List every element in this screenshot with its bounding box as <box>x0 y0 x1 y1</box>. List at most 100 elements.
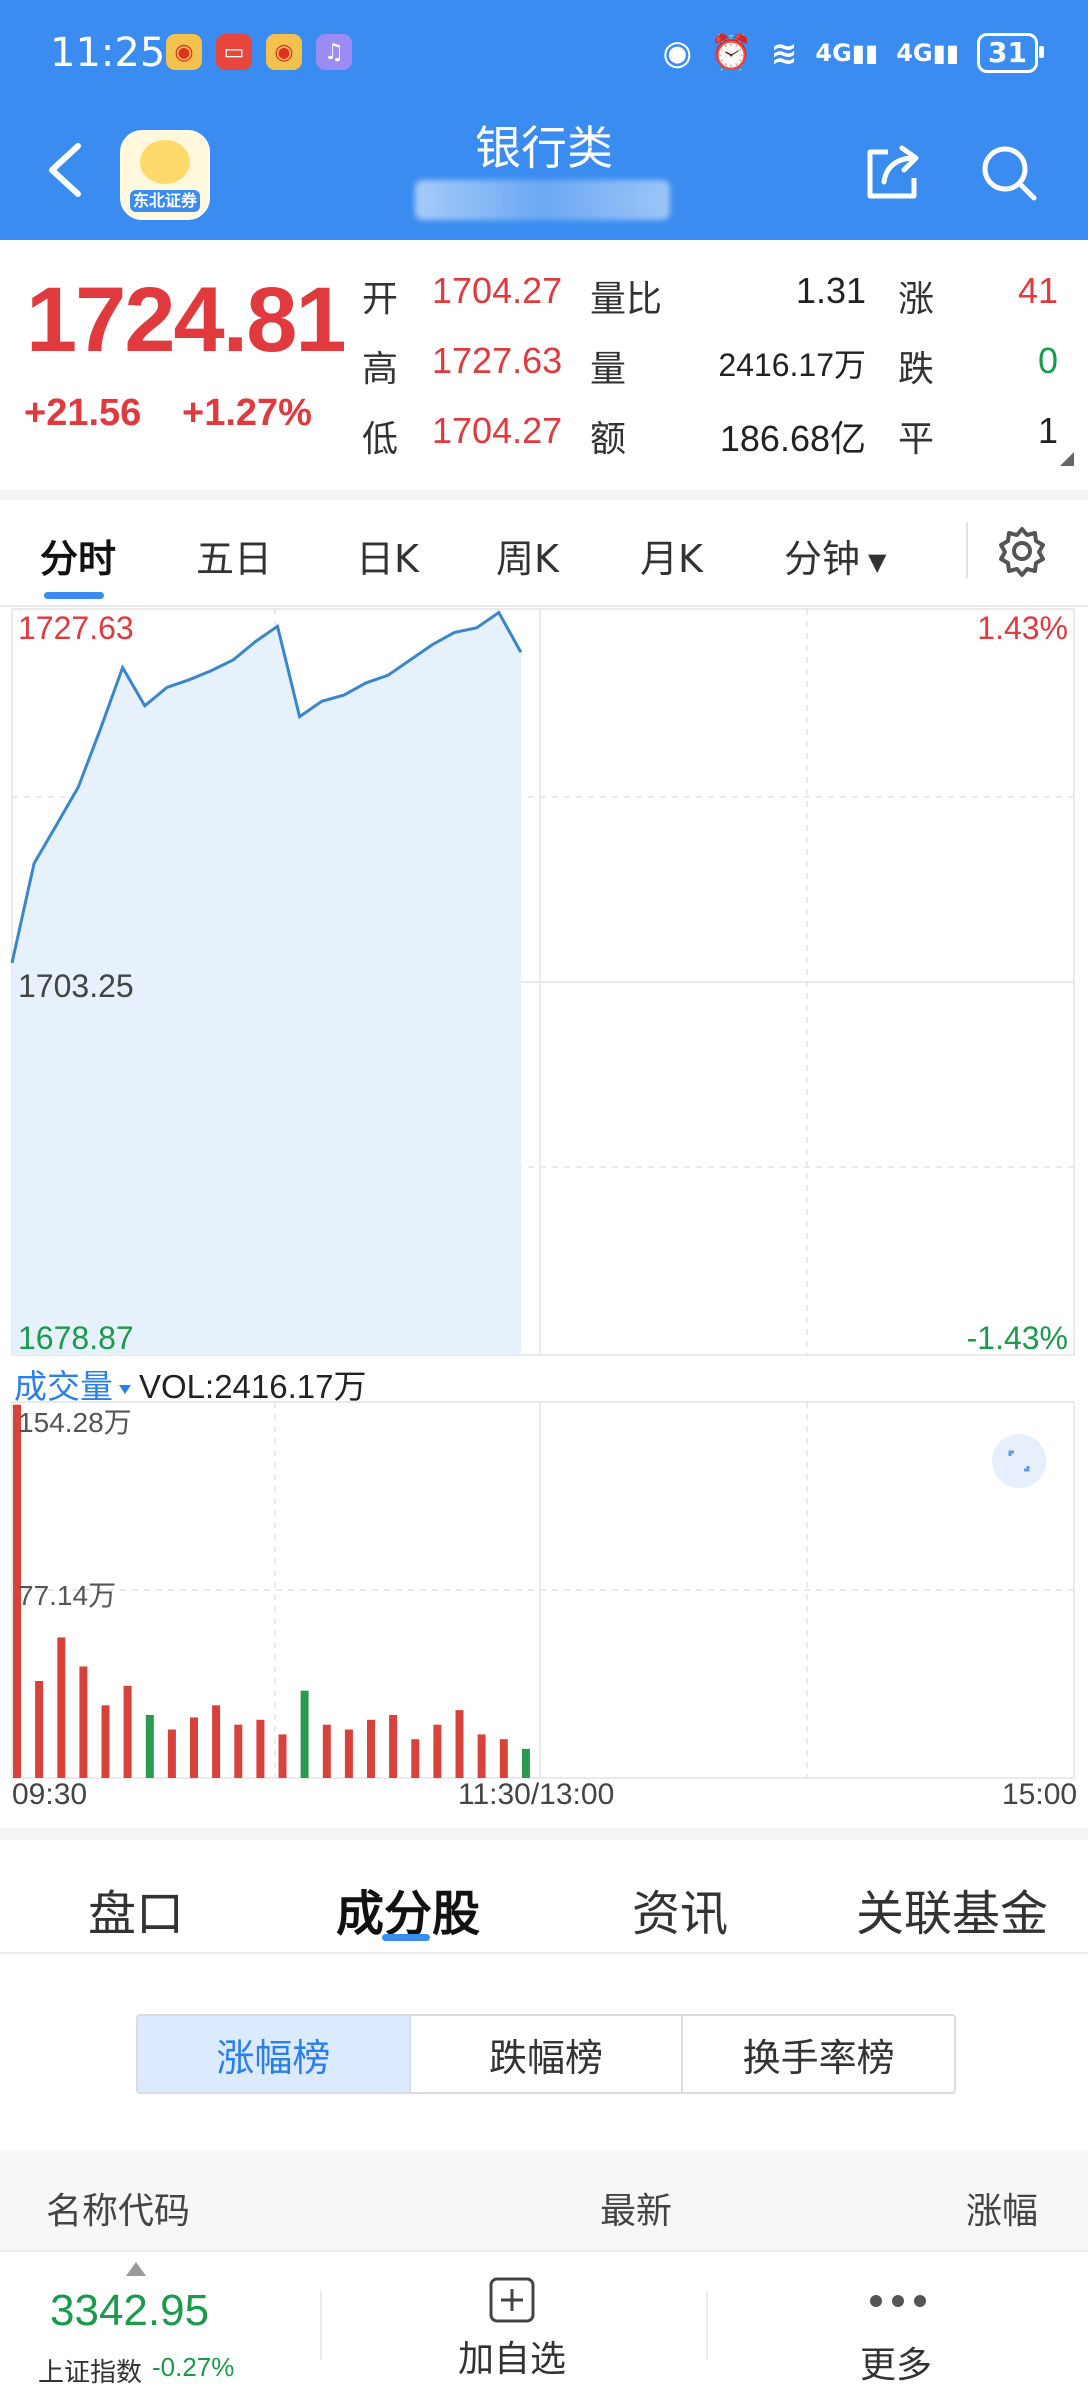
volume-bar <box>212 1705 221 1778</box>
flat-count-value: 1 <box>1037 410 1058 451</box>
expand-up-icon[interactable] <box>126 2262 146 2276</box>
weibo-icon-2: ◉ <box>266 34 302 70</box>
volume-bar <box>455 1710 464 1778</box>
divider <box>0 1828 1088 1840</box>
price-change-pct: +1.27% <box>182 392 312 434</box>
col-change[interactable]: 涨幅 <box>966 2182 1038 2234</box>
y-label-low: 1678.87 <box>18 1320 134 1356</box>
col-name-code[interactable]: 名称代码 <box>46 2182 190 2234</box>
weibo-icon: ◉ <box>166 34 202 70</box>
up-count-label: 涨 <box>898 279 935 320</box>
volume-ratio-value: 1.31 <box>795 270 866 311</box>
volume-chart[interactable]: 154.28万 77.14万 <box>10 1400 1078 1780</box>
volume-bar <box>190 1717 198 1778</box>
index-change-pct: -0.27% <box>152 2352 235 2382</box>
tab-related-funds[interactable]: 关联基金 <box>856 1874 1048 1944</box>
open-value: 1704.27 <box>432 270 563 311</box>
volume-bar <box>123 1685 132 1778</box>
volume-bar <box>145 1715 154 1778</box>
volume-bar <box>35 1681 44 1778</box>
rank-gainers[interactable]: 涨幅榜 <box>138 2016 411 2092</box>
volume-y-mid: 77.14万 <box>18 1580 116 1611</box>
tab-divider <box>966 522 968 578</box>
volume-bar <box>300 1690 309 1778</box>
amount-label: 额 <box>590 419 627 460</box>
volume-bar <box>477 1734 486 1778</box>
rank-segmented-control: 涨幅榜 跌幅榜 换手率榜 <box>136 2014 956 2094</box>
signal-icon-2: 4G▮▮ <box>896 39 960 67</box>
time-end: 15:00 <box>1002 1778 1078 1811</box>
volume-bar <box>499 1739 508 1778</box>
down-count-label: 跌 <box>898 349 935 390</box>
music-app-icon: ♫ <box>316 34 352 70</box>
search-icon[interactable] <box>978 142 1040 204</box>
low-label: 低 <box>362 419 399 460</box>
add-watchlist-label[interactable]: 加自选 <box>458 2330 566 2382</box>
tab-news[interactable]: 资讯 <box>632 1874 728 1944</box>
share-icon[interactable] <box>862 142 924 204</box>
flat-count-label: 平 <box>898 419 935 460</box>
tab-five-day[interactable]: 五日 <box>196 528 272 583</box>
add-watchlist-icon[interactable] <box>488 2276 536 2324</box>
tab-daily-k[interactable]: 日K <box>356 528 419 583</box>
high-value: 1727.63 <box>432 340 563 381</box>
section-tabs: 盘口 成分股 资讯 关联基金 <box>0 1840 1088 1954</box>
volume-bar <box>167 1729 176 1778</box>
time-start: 09:30 <box>12 1778 88 1811</box>
tab-intraday[interactable]: 分时 <box>40 528 116 583</box>
wifi-icon: ≋ <box>770 34 798 72</box>
open-label: 开 <box>362 279 399 320</box>
more-label[interactable]: 更多 <box>860 2336 932 2388</box>
time-mid: 11:30/13:00 <box>458 1778 615 1811</box>
volume-y-high: 154.28万 <box>18 1407 132 1438</box>
y-label-high: 1727.63 <box>18 610 134 646</box>
low-value: 1704.27 <box>432 410 563 451</box>
network-type-2: 4G <box>896 39 933 67</box>
more-dots-icon[interactable] <box>866 2286 930 2316</box>
intraday-price-chart[interactable]: 1727.63 1703.25 1678.87 1.43% -1.43% <box>10 607 1078 1357</box>
page-title: 银行类 <box>475 121 613 175</box>
amount-value: 186.68亿 <box>719 418 866 459</box>
volume-bar <box>79 1666 88 1778</box>
volume-bar <box>433 1724 442 1778</box>
volume-bar <box>322 1724 331 1778</box>
app-header: 11:25 ◉ ▭ ◉ ♫ ◉ ⏰ ≋ 4G▮▮ 4G▮▮ 31 东北证券 银行… <box>0 0 1088 240</box>
index-value[interactable]: 3342.95 <box>50 2286 209 2336</box>
pct-label-low: -1.43% <box>967 1320 1068 1356</box>
volume-bar <box>101 1705 110 1778</box>
bottom-divider <box>320 2290 322 2360</box>
volume-bar <box>411 1739 420 1778</box>
pct-label-high: 1.43% <box>977 610 1068 646</box>
section-tab-underline <box>382 1934 430 1941</box>
volume-bar <box>234 1724 243 1778</box>
tab-monthly-k[interactable]: 月K <box>640 528 703 583</box>
rank-turnover[interactable]: 换手率榜 <box>683 2016 954 2092</box>
volume-bar <box>57 1637 66 1778</box>
tab-minute-label: 分钟 <box>784 537 861 581</box>
bottom-divider <box>706 2290 708 2360</box>
tab-order-book[interactable]: 盘口 <box>88 1874 184 1944</box>
tab-minute[interactable]: 分钟 ▼ <box>784 528 886 583</box>
battery-icon: 31 <box>977 33 1044 73</box>
chevron-down-icon <box>119 1385 131 1394</box>
down-count-value: 0 <box>1037 340 1058 381</box>
alarm-icon: ⏰ <box>710 33 753 73</box>
network-type-1: 4G <box>815 39 852 67</box>
volume-value: 2416.17万 <box>718 347 866 383</box>
blurred-subtitle <box>415 180 670 220</box>
status-time: 11:25 <box>50 30 166 76</box>
chevron-down-icon: ▼ <box>868 547 887 576</box>
rank-losers[interactable]: 跌幅榜 <box>411 2016 684 2092</box>
news-app-icon: ▭ <box>216 34 252 70</box>
col-latest[interactable]: 最新 <box>600 2182 672 2234</box>
index-name: 上证指数 <box>38 2358 143 2388</box>
gear-icon[interactable] <box>995 524 1049 578</box>
quote-expand-corner[interactable] <box>1060 452 1074 466</box>
volume-grid <box>11 1401 1075 1779</box>
fullscreen-icon[interactable] <box>992 1434 1046 1488</box>
up-count-value: 41 <box>1017 270 1058 311</box>
tab-weekly-k[interactable]: 周K <box>496 528 559 583</box>
volume-ratio-label: 量比 <box>590 279 663 320</box>
signal-icon: 4G▮▮ <box>815 39 879 67</box>
period-tabs: 分时 五日 日K 周K 月K 分钟 ▼ <box>0 500 1088 607</box>
